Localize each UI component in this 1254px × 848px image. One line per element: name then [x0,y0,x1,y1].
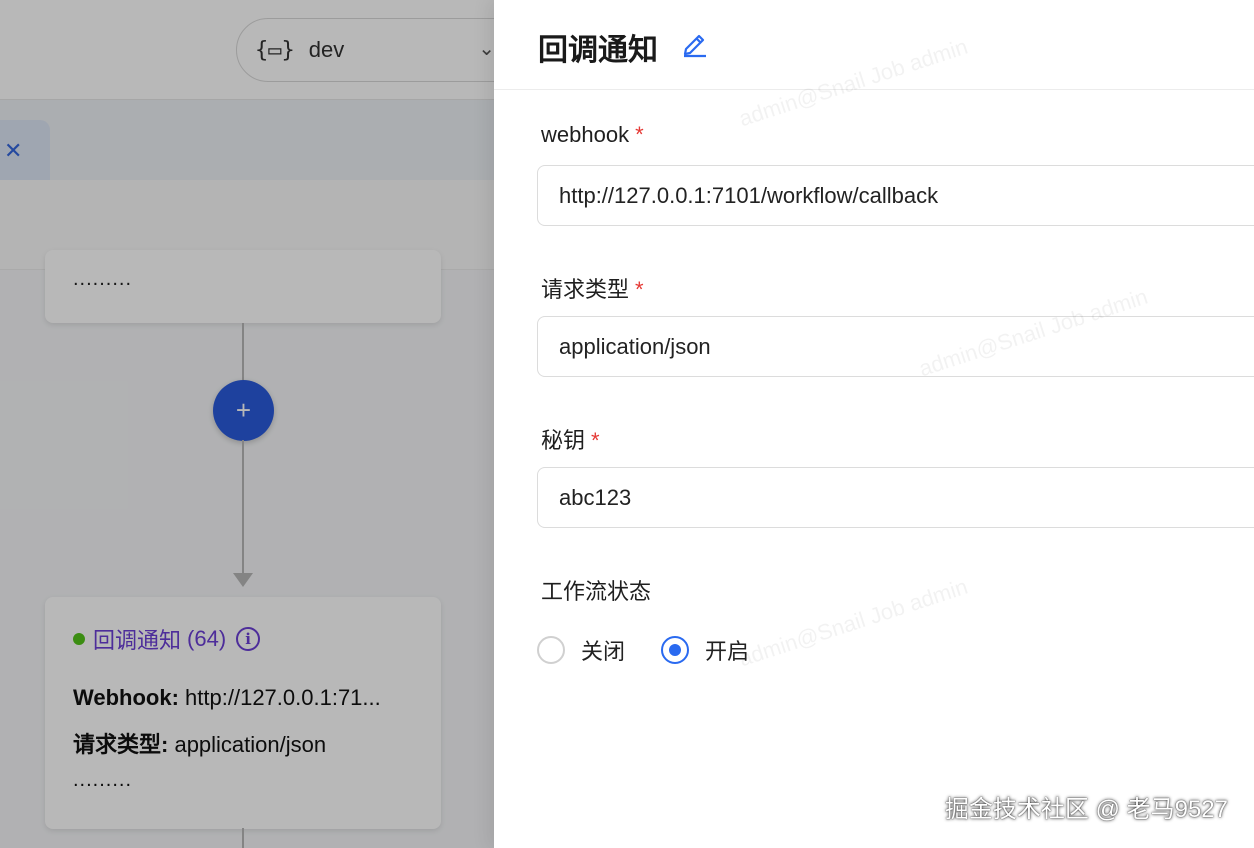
modal-mask[interactable] [0,0,494,848]
required-mark: * [635,277,644,302]
webhook-label: webhook * [541,122,644,147]
content-type-label: 请求类型 * [541,277,644,302]
radio-label: 关闭 [581,639,626,664]
radio-button-checked[interactable] [661,636,690,664]
required-mark: * [635,122,644,147]
drawer-title: 回调通知 [538,34,658,67]
radio-button[interactable] [537,636,565,664]
radio-option-off[interactable]: 关闭 [537,634,625,666]
secret-label: 秘钥 * [541,428,600,453]
callback-drawer: 回调通知 webhook * http://127.0.0.1:7101/work… [494,0,1254,848]
secret-value: abc123 [559,484,632,510]
radio-option-on[interactable]: 开启 [661,634,749,666]
radio-label: 开启 [705,639,750,664]
edit-icon[interactable] [680,28,710,58]
workflow-status-label: 工作流状态 [541,579,652,604]
secret-input[interactable]: abc123 [537,467,1254,528]
content-type-value: application/json [559,333,711,359]
webhook-input[interactable]: http://127.0.0.1:7101/workflow/callback [537,165,1254,226]
content-type-select[interactable]: application/json [537,316,1254,377]
required-mark: * [591,428,600,453]
drawer-header: 回调通知 [494,0,1254,90]
source-credit: 掘金技术社区 @ 老马9527 [944,796,1228,823]
screen: {▭} dev ⌄ ✕ ......... + 回调通知 (64) i Webh… [0,0,1254,848]
webhook-value: http://127.0.0.1:7101/workflow/callback [559,182,939,208]
workflow-status-radio-group: 关闭 开启 [537,634,785,666]
